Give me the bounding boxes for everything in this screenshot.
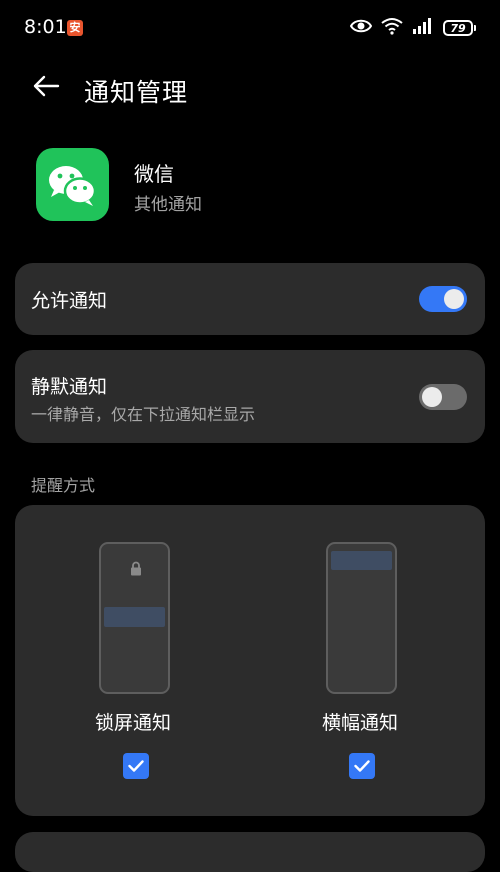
silent-notification-description: 一律静音，仅在下拉通知栏显示 [31,405,256,424]
banner-notification-preview [331,551,392,570]
banner-label: 横幅通知 [322,712,399,734]
status-time: 8:01 [24,16,67,38]
eye-icon [349,18,373,38]
battery-icon: 79 [443,20,476,36]
allow-notification-toggle[interactable] [419,286,467,312]
banner-checkbox[interactable] [349,753,375,779]
wechat-icon [36,148,109,221]
lock-screen-checkbox[interactable] [123,753,149,779]
battery-level: 79 [443,20,473,36]
back-button[interactable] [28,72,64,104]
allow-notification-row[interactable]: 允许通知 [15,263,485,335]
page-title: 通知管理 [84,78,189,107]
next-settings-card[interactable] [15,832,485,872]
silent-notification-label: 静默通知 [31,376,108,398]
reminder-mode-card: 锁屏通知 横幅通知 [15,505,485,816]
toggle-knob [444,289,464,309]
header: 通知管理 [0,60,500,116]
signal-icon [412,18,434,38]
silent-notification-row[interactable]: 静默通知 一律静音，仅在下拉通知栏显示 [15,350,485,443]
check-icon [354,757,370,776]
reminder-section-label: 提醒方式 [31,476,96,495]
app-notification-badge: 安 [67,20,83,36]
lock-icon [130,561,142,580]
check-icon [128,757,144,776]
app-subtitle: 其他通知 [134,195,202,215]
status-bar: 8:01 安 79 [0,0,500,56]
toggle-knob [422,387,442,407]
lock-screen-label: 锁屏通知 [95,712,172,734]
silent-notification-toggle[interactable] [419,384,467,410]
allow-notification-label: 允许通知 [31,290,108,312]
lock-screen-preview[interactable] [99,542,170,694]
lock-screen-notification-preview [104,607,165,627]
app-name: 微信 [134,162,174,186]
status-icons: 79 [349,17,476,39]
banner-preview[interactable] [326,542,397,694]
wifi-icon [381,17,403,39]
back-arrow-icon [32,75,60,101]
